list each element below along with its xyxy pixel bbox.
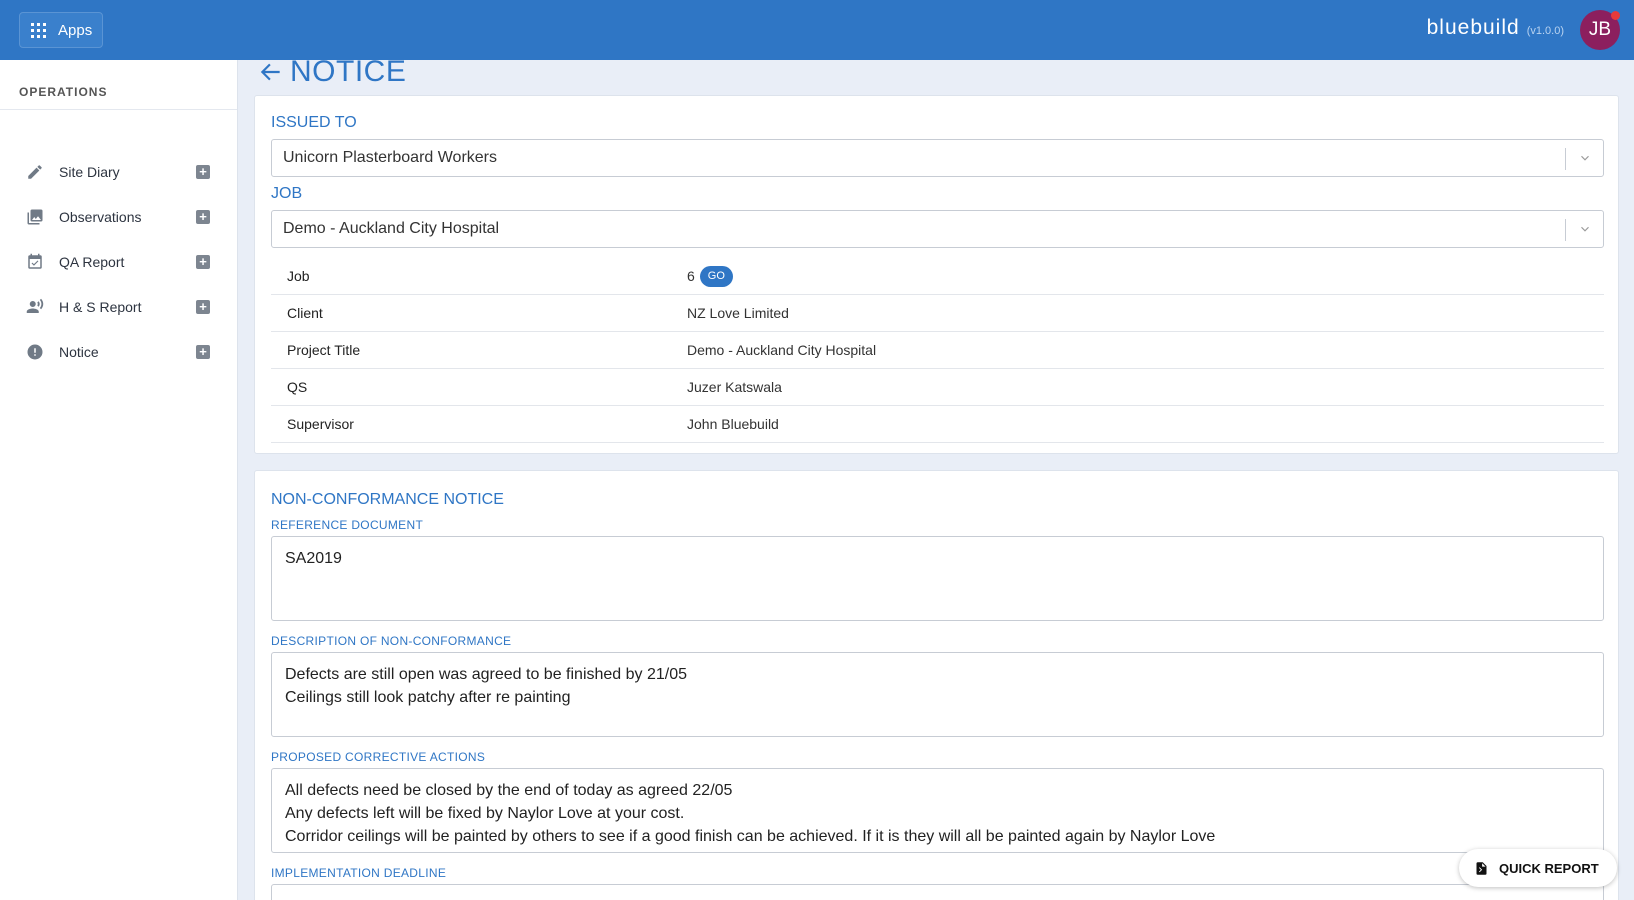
page-title: NOTICE [290,55,407,88]
document-icon [1476,861,1487,875]
add-observation-button[interactable]: + [196,210,210,224]
table-row: Job 6 GO [271,258,1604,295]
job-label: JOB [271,185,303,202]
non-conformance-card: NON-CONFORMANCE NOTICE REFERENCE DOCUMEN… [254,470,1619,900]
chevron-down-icon[interactable] [1578,151,1592,165]
apps-grid-icon [31,22,46,38]
job-value: Demo - Auckland City Hospital [283,220,500,237]
select-divider [1565,219,1566,241]
job-info-table: Job 6 GO Client NZ Love Limited Project … [271,258,1604,443]
deadline-label: IMPLEMENTATION DEADLINE [271,866,447,880]
table-row: Project Title Demo - Auckland City Hospi… [271,332,1604,369]
issued-to-select[interactable]: Unicorn Plasterboard Workers [271,139,1604,177]
corrective-actions-field[interactable]: All defects need be closed by the end of… [271,768,1604,853]
app-version: (v1.0.0) [1526,25,1564,37]
sidebar-item-label: QA Report [59,254,125,270]
sidebar-item-qa-report[interactable]: QA Report + [0,242,237,282]
quick-report-label: QUICK REPORT [1499,860,1599,876]
notification-dot [1611,11,1620,20]
add-notice-button[interactable]: + [196,345,210,359]
issued-to-label: ISSUED TO [271,114,357,131]
row-key: Job [287,268,310,284]
add-hs-report-button[interactable]: + [196,300,210,314]
row-key: QS [287,379,308,395]
people-icon [26,298,44,316]
job-select[interactable]: Demo - Auckland City Hospital [271,210,1604,248]
sidebar-item-site-diary[interactable]: Site Diary + [0,152,237,192]
row-key: Project Title [287,342,361,358]
description-label: DESCRIPTION OF NON-CONFORMANCE [271,634,512,648]
table-row: QS Juzer Katswala [271,369,1604,406]
top-bar: Apps bluebuild (v1.0.0) JB [0,0,1634,60]
pencil-icon [26,163,44,181]
reference-document-label: REFERENCE DOCUMENT [271,518,424,532]
alert-circle-icon [26,343,44,361]
job-number: 6 [687,268,695,284]
reference-document-field[interactable]: SA2019 [271,536,1604,621]
brand-name: bluebuild [1426,16,1520,39]
row-value: John Bluebuild [687,416,779,432]
table-row: Supervisor John Bluebuild [271,406,1604,443]
back-arrow-icon[interactable] [258,59,284,85]
page-header: NOTICE [258,55,406,89]
corrective-actions-label: PROPOSED CORRECTIVE ACTIONS [271,750,486,764]
calendar-check-icon [26,253,44,271]
sidebar-item-notice[interactable]: Notice + [0,332,237,372]
main-content: NOTICE ISSUED TO Unicorn Plasterboard Wo… [238,55,1634,900]
sidebar-item-label: Notice [59,344,99,360]
section-title: NON-CONFORMANCE NOTICE [271,491,504,508]
apps-button[interactable]: Apps [19,12,103,48]
sidebar-item-hs-report[interactable]: H & S Report + [0,287,237,327]
issued-to-value: Unicorn Plasterboard Workers [283,149,498,166]
quick-report-button[interactable]: QUICK REPORT [1459,849,1617,887]
sidebar-item-label: H & S Report [59,299,142,315]
row-key: Supervisor [287,416,354,432]
sidebar: OPERATIONS Site Diary + Observations + Q… [0,60,238,900]
go-button[interactable]: GO [699,265,733,287]
chevron-down-icon[interactable] [1578,222,1592,236]
row-value: Juzer Katswala [687,379,782,395]
sidebar-heading: OPERATIONS [19,85,108,99]
select-divider [1565,148,1566,170]
sidebar-divider [0,109,237,110]
brand: bluebuild (v1.0.0) [1427,16,1564,40]
deadline-field[interactable] [271,884,1604,900]
add-qa-report-button[interactable]: + [196,255,210,269]
row-value: 6 GO [687,265,733,287]
photos-icon [26,208,44,226]
add-site-diary-button[interactable]: + [196,165,210,179]
job-details-card: ISSUED TO Unicorn Plasterboard Workers J… [254,95,1619,454]
row-key: Client [287,305,323,321]
sidebar-item-observations[interactable]: Observations + [0,197,237,237]
sidebar-item-label: Site Diary [59,164,120,180]
apps-button-label: Apps [58,21,93,39]
description-field[interactable]: Defects are still open was agreed to be … [271,652,1604,737]
table-row: Client NZ Love Limited [271,295,1604,332]
sidebar-item-label: Observations [59,209,142,225]
row-value: Demo - Auckland City Hospital [687,342,877,358]
row-value: NZ Love Limited [687,305,789,321]
